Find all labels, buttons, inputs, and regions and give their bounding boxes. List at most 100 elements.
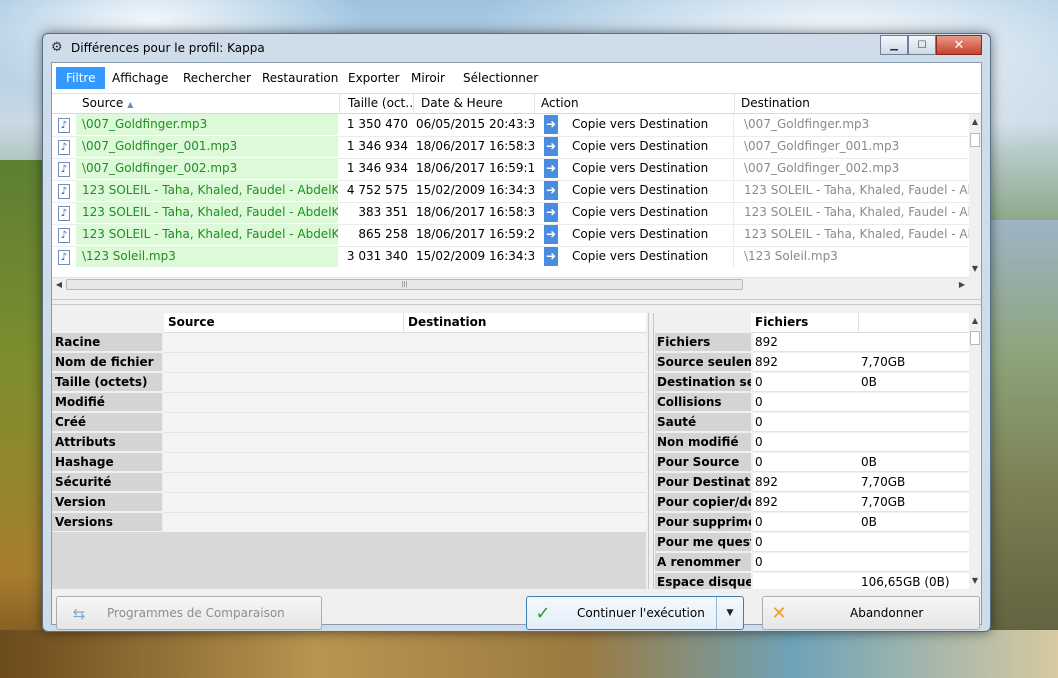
vertical-splitter[interactable] [648, 313, 654, 589]
stats-row: Non modifié 0 [655, 433, 969, 453]
stats-count: 892 [753, 353, 859, 372]
stats-count: 0 [753, 433, 859, 452]
menu-exporter[interactable]: Exporter [338, 67, 410, 89]
scroll-left-icon[interactable]: ◀ [52, 278, 66, 292]
abort-button[interactable]: ✕ Abandonner [762, 596, 980, 630]
window-client: Filtre Affichage Rechercher Restauration… [51, 62, 982, 630]
table-row[interactable]: ♪ \007_Goldfinger.mp3 1 350 470 06/05/20… [52, 114, 969, 137]
grid-horizontal-scrollbar[interactable]: ◀ ||| ▶ [52, 277, 969, 292]
continue-button[interactable]: ✓ Continuer l'exécution ▼ [526, 596, 744, 630]
row-action: Copie vers Destination [570, 158, 734, 179]
detail-value [164, 413, 646, 433]
row-source: \007_Goldfinger.mp3 [76, 114, 338, 135]
copy-right-arrow-icon[interactable]: ➜ [544, 180, 564, 201]
copy-right-arrow-icon[interactable]: ➜ [544, 202, 564, 223]
compare-programs-label: Programmes de Comparaison [107, 606, 285, 620]
detail-row: Versions [52, 513, 646, 533]
copy-right-arrow-icon[interactable]: ➜ [544, 224, 564, 245]
detail-label: Hashage [52, 453, 162, 472]
table-row[interactable]: ♪ \007_Goldfinger_001.mp3 1 346 934 18/0… [52, 136, 969, 159]
scroll-down-icon[interactable]: ▼ [969, 575, 981, 587]
scroll-right-icon[interactable]: ▶ [955, 278, 969, 292]
grid-vertical-scrollbar[interactable]: ▲ ▼ [969, 114, 981, 277]
stats-size [859, 393, 969, 412]
stats-count: 0 [753, 513, 859, 532]
stats-vertical-scrollbar[interactable]: ▲ ▼ [969, 313, 981, 589]
row-size: 1 346 934 [346, 161, 408, 175]
detail-label: Modifié [52, 393, 162, 412]
stats-size: 0B [859, 373, 969, 392]
menu-affichage[interactable]: Affichage [102, 67, 178, 89]
column-header-source[interactable]: Source ▲ [76, 94, 340, 113]
stats-row: Pour copier/déplacer8927,70GB [655, 493, 969, 513]
close-button[interactable]: ✕ [936, 35, 982, 55]
dropdown-arrow-icon[interactable]: ▼ [716, 597, 743, 629]
scroll-down-icon[interactable]: ▼ [969, 263, 981, 275]
row-action: Copie vers Destination [570, 224, 734, 245]
copy-right-arrow-icon[interactable]: ➜ [544, 158, 564, 179]
window-title: Différences pour le profil: Kappa [71, 41, 265, 55]
grid-header: Source ▲ Taille (oct… Date & Heure Action… [52, 94, 981, 114]
detail-value [164, 393, 646, 413]
row-source: \007_Goldfinger_001.mp3 [76, 136, 338, 157]
row-destination: \007_Goldfinger_001.mp3 [744, 139, 900, 153]
menu-filtre[interactable]: Filtre [56, 67, 106, 89]
detail-label: Sécurité [52, 473, 162, 492]
row-destination: \007_Goldfinger.mp3 [744, 117, 870, 131]
stats-row: A renommer 0 [655, 553, 969, 573]
copy-right-arrow-icon[interactable]: ➜ [544, 136, 564, 157]
scroll-thumb[interactable]: ||| [66, 279, 743, 290]
row-date: 06/05/2015 20:43:32 [416, 117, 534, 131]
stats-row: Collisions 0 [655, 393, 969, 413]
stats-size [859, 553, 969, 572]
caption-buttons: ▁ ☐ ✕ [880, 35, 982, 55]
column-header-action[interactable]: Action [535, 94, 735, 113]
stats-count: 0 [753, 533, 859, 552]
stats-header-size [859, 313, 969, 332]
detail-value [164, 373, 646, 393]
menu-restauration[interactable]: Restauration [252, 67, 348, 89]
table-row[interactable]: ♪ 123 SOLEIL - Taha, Khaled, Faudel - Ab… [52, 202, 969, 225]
column-header-size[interactable]: Taille (oct… [342, 94, 414, 113]
compare-icon: ⇆ [72, 605, 86, 623]
scroll-thumb[interactable] [970, 331, 980, 345]
status-bar [52, 637, 981, 651]
scroll-up-icon[interactable]: ▲ [969, 315, 981, 327]
detail-row: Racine [52, 333, 646, 353]
row-action: Copie vers Destination [570, 136, 734, 157]
stats-size: 7,70GB [859, 493, 969, 512]
table-row[interactable]: ♪ 123 SOLEIL - Taha, Khaled, Faudel - Ab… [52, 180, 969, 203]
maximize-button[interactable]: ☐ [908, 35, 936, 55]
table-row[interactable]: ♪ 123 SOLEIL - Taha, Khaled, Faudel - Ab… [52, 224, 969, 247]
table-row[interactable]: ♪ \007_Goldfinger_002.mp3 1 346 934 18/0… [52, 158, 969, 181]
desktop-background-right [990, 220, 1058, 678]
column-header-date[interactable]: Date & Heure [415, 94, 535, 113]
minimize-button[interactable]: ▁ [880, 35, 908, 55]
scroll-up-icon[interactable]: ▲ [969, 116, 981, 128]
menu-rechercher[interactable]: Rechercher [173, 67, 261, 89]
menu-selectionner[interactable]: Sélectionner [453, 67, 548, 89]
audio-file-icon: ♪ [55, 202, 75, 223]
copy-right-arrow-icon[interactable]: ➜ [544, 114, 564, 135]
stats-size [859, 333, 969, 352]
detail-value [164, 493, 646, 513]
table-row[interactable]: ♪ \123 Soleil.mp3 3 031 340 15/02/2009 1… [52, 246, 969, 277]
close-icon: ✕ [953, 37, 965, 53]
compare-programs-button[interactable]: ⇆ Programmes de Comparaison [56, 596, 322, 630]
menu-bar: Filtre Affichage Rechercher Restauration… [52, 63, 981, 94]
menu-miroir[interactable]: Miroir [401, 67, 455, 89]
app-icon: ⚙ [51, 40, 63, 55]
horizontal-splitter[interactable] [52, 299, 981, 305]
row-size: 1 350 470 [346, 117, 408, 131]
row-source: 123 SOLEIL - Taha, Khaled, Faudel - Abde… [76, 202, 338, 223]
detail-value [164, 353, 646, 373]
title-bar[interactable]: ⚙ Différences pour le profil: Kappa ▁ ☐ … [43, 34, 990, 62]
column-header-destination[interactable]: Destination [735, 94, 981, 113]
scroll-thumb[interactable] [970, 133, 980, 147]
row-date: 18/06/2017 16:59:10 [416, 161, 534, 175]
stats-size: 0B [859, 453, 969, 472]
stats-row: Espace disque libre 106,65GB (0B) [655, 573, 969, 589]
copy-right-arrow-icon[interactable]: ➜ [544, 246, 564, 267]
statistics-panel: Fichiers Fichiers892 Source seulement892… [655, 313, 969, 589]
stats-count: 0 [753, 393, 859, 412]
